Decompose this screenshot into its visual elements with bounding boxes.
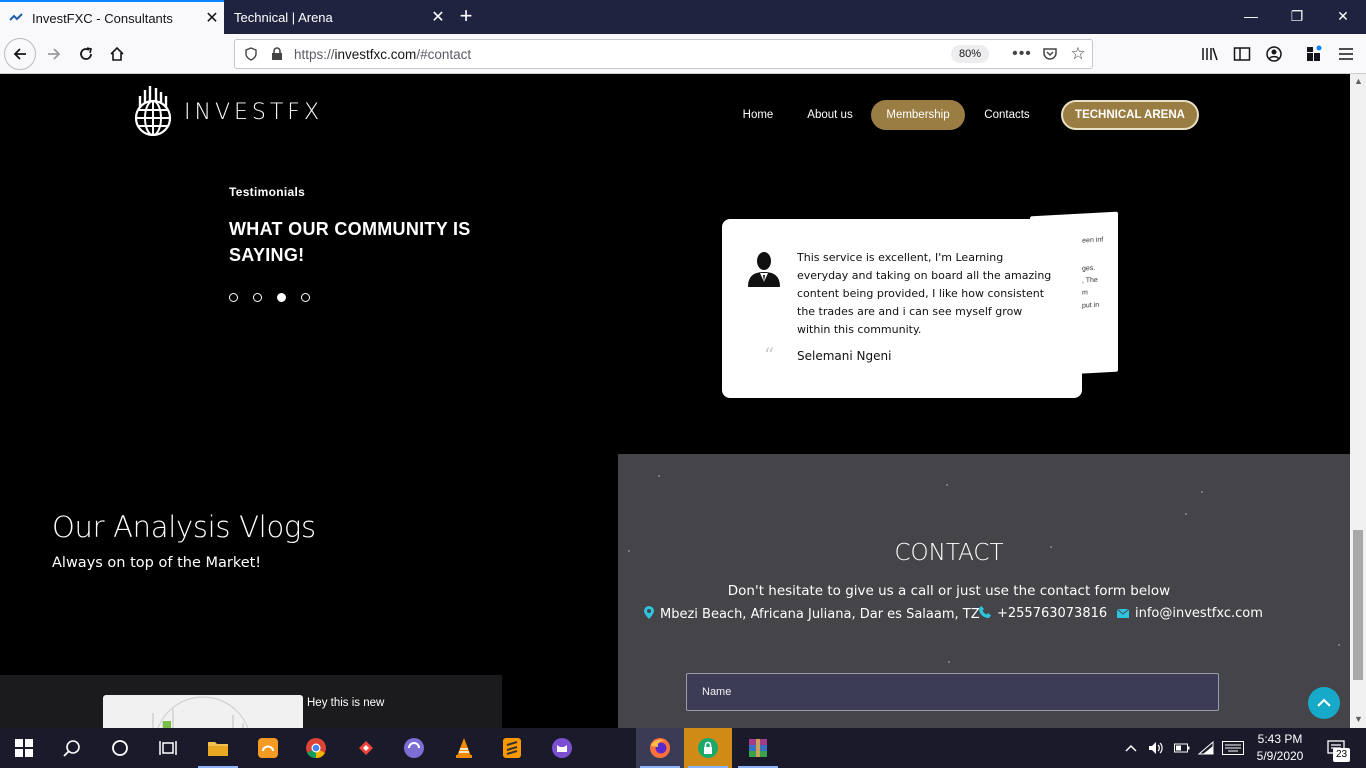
tray-overflow-icon[interactable] — [1125, 728, 1139, 768]
minimize-icon[interactable]: — — [1228, 0, 1274, 32]
windows-start-icon[interactable] — [0, 728, 48, 768]
back-arrow-icon[interactable] — [4, 38, 36, 70]
contact-address: Mbezi Beach, Africana Juliana, Dar es Sa… — [644, 606, 980, 622]
carousel-dot-1[interactable] — [229, 293, 238, 302]
scrollbar-thumb[interactable] — [1353, 530, 1363, 680]
tab-investfxc[interactable]: InvestFXC - Consultants ✕ — [0, 0, 224, 34]
tab-label: InvestFXC - Consultants — [32, 10, 173, 26]
envelope-icon — [1116, 607, 1130, 621]
pocket-icon[interactable] — [1040, 44, 1060, 64]
contact-phone[interactable]: +255763073816 — [979, 606, 1107, 621]
anydesk-icon[interactable] — [342, 728, 390, 768]
clock-time: 5:43 PM — [1257, 732, 1303, 746]
nav-home[interactable]: Home — [735, 100, 781, 130]
nav-technical-arena-button[interactable]: TECHNICAL ARENA — [1061, 100, 1199, 130]
page-scrollbar[interactable]: ▲ ▼ — [1350, 74, 1366, 728]
window-close-icon[interactable]: ✕ — [1320, 0, 1366, 32]
contact-subtitle: Don't hesitate to give us a call or just… — [727, 583, 1171, 599]
vlogs-title: Our Analysis Vlogs — [52, 510, 316, 544]
scroll-to-top-button[interactable] — [1308, 687, 1340, 719]
chrome-icon[interactable] — [292, 728, 340, 768]
tab-close-icon[interactable]: ✕ — [426, 7, 450, 27]
site-logo-text[interactable]: INVESTFX — [184, 100, 323, 125]
nav-membership[interactable]: Membership — [871, 100, 965, 130]
shield-icon[interactable] — [241, 44, 261, 64]
new-tab-button[interactable]: + — [452, 3, 480, 31]
webpage: INVESTFX Home About us Membership Contac… — [0, 74, 1350, 728]
account-icon[interactable] — [1258, 38, 1290, 70]
reload-icon[interactable] — [70, 38, 102, 70]
torrent-icon[interactable] — [390, 728, 438, 768]
testimonial-author: Selemani Ngeni — [797, 349, 892, 363]
windows-taskbar: 5:43 PM 5/9/2020 23 — [0, 728, 1366, 768]
contact-title: CONTACT — [894, 540, 1004, 566]
scroll-up-icon[interactable]: ▲ — [1354, 76, 1363, 86]
nav-about-us[interactable]: About us — [800, 100, 860, 130]
carousel-dot-2[interactable] — [253, 293, 262, 302]
zoom-level-badge[interactable]: 80% — [951, 45, 989, 63]
forward-arrow-icon[interactable] — [38, 38, 70, 70]
firefox-icon[interactable] — [636, 728, 684, 768]
contact-email[interactable]: info@investfxc.com — [1116, 606, 1263, 621]
carousel-dot-4[interactable] — [301, 293, 310, 302]
name-input[interactable] — [686, 673, 1219, 711]
map-pin-icon — [644, 606, 654, 622]
vlog-list: Hey this is new — [0, 675, 502, 728]
tab-label: Technical | Arena — [234, 9, 333, 25]
restore-icon[interactable]: ❐ — [1274, 0, 1320, 32]
search-icon[interactable] — [48, 728, 96, 768]
notification-count-badge: 23 — [1333, 748, 1350, 762]
task-view-icon[interactable] — [144, 728, 192, 768]
library-icon[interactable] — [1194, 38, 1226, 70]
vlogs-subtitle: Always on top of the Market! — [52, 555, 262, 571]
carousel-dot-3-active[interactable] — [277, 293, 286, 302]
testimonials-title: WHAT OUR COMMUNITY IS SAYING! — [229, 219, 471, 265]
keyboard-icon[interactable] — [1222, 728, 1244, 768]
bookmark-star-icon[interactable]: ☆ — [1068, 44, 1088, 64]
testimonial-quote: This service is excellent, I'm Learning … — [797, 251, 1052, 336]
contact-section: CONTACT Don't hesitate to give us a call… — [618, 454, 1350, 728]
globe-logo-icon[interactable] — [130, 84, 180, 137]
scroll-down-icon[interactable]: ▼ — [1354, 714, 1363, 724]
tab-technical-arena[interactable]: Technical | Arena ✕ — [224, 0, 450, 34]
clock-date: 5/9/2020 — [1256, 749, 1304, 763]
home-icon[interactable] — [101, 38, 133, 70]
browser-tab-bar: InvestFXC - Consultants ✕ Technical | Ar… — [0, 0, 1366, 34]
sidebar-icon[interactable] — [1226, 38, 1258, 70]
nav-contacts[interactable]: Contacts — [977, 100, 1037, 130]
testimonials-label: Testimonials — [229, 185, 306, 199]
wifi-icon[interactable] — [1198, 728, 1214, 768]
winrar-icon[interactable] — [734, 728, 782, 768]
volume-icon[interactable] — [1148, 728, 1164, 768]
tab-close-icon[interactable]: ✕ — [200, 8, 224, 28]
sublime-text-icon[interactable] — [488, 728, 536, 768]
quote-mark-icon: “ — [764, 343, 775, 367]
battery-icon[interactable] — [1174, 728, 1190, 768]
extensions-icon[interactable] — [1298, 38, 1330, 70]
url-text: https://investfxc.com/#contact — [294, 47, 472, 62]
vlog-thumbnail[interactable] — [103, 695, 303, 728]
testimonial-card: This service is excellent, I'm Learning … — [722, 219, 1082, 398]
cat-app-icon[interactable] — [538, 728, 586, 768]
cortana-icon[interactable] — [96, 728, 144, 768]
address-bar[interactable]: https://investfxc.com/#contact 80% ••• ☆ — [234, 39, 1093, 69]
uc-browser-icon[interactable] — [244, 728, 292, 768]
vlc-icon[interactable] — [440, 728, 488, 768]
vlog-item-title[interactable]: Hey this is new — [307, 697, 384, 709]
vpn-lock-icon[interactable] — [684, 728, 732, 768]
site-favicon-icon — [8, 10, 24, 26]
system-clock[interactable]: 5:43 PM 5/9/2020 — [1248, 731, 1312, 765]
browser-nav-bar: https://investfxc.com/#contact 80% ••• ☆ — [0, 34, 1366, 74]
file-explorer-icon[interactable] — [194, 728, 242, 768]
menu-hamburger-icon[interactable] — [1330, 38, 1362, 70]
lock-icon[interactable] — [267, 44, 287, 64]
phone-icon — [979, 606, 991, 621]
user-avatar-icon — [746, 249, 782, 289]
page-actions-icon[interactable]: ••• — [1012, 44, 1032, 64]
